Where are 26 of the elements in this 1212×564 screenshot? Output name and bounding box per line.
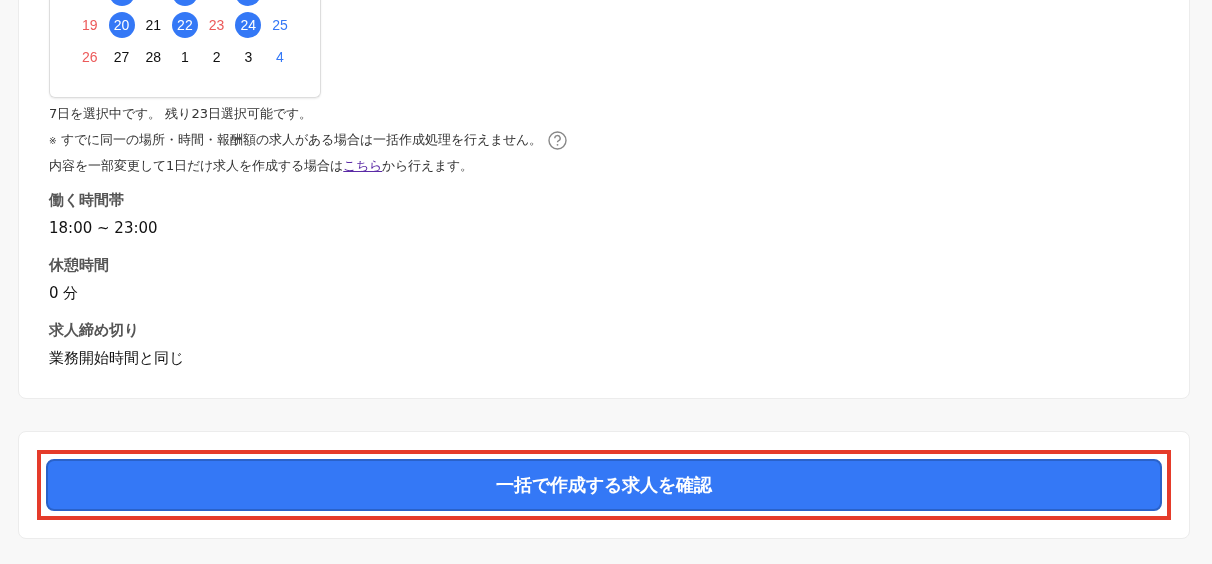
calendar-day[interactable]: 24 xyxy=(235,12,262,38)
calendar-day[interactable]: 28 xyxy=(137,44,170,70)
calendar-day[interactable]: 20 xyxy=(108,12,135,38)
field-value: 18:00 ~ 23:00 xyxy=(49,218,159,240)
field-value: 業務開始時間と同じ xyxy=(49,348,185,370)
calendar-day[interactable]: 27 xyxy=(105,44,138,70)
notice-text: ※ すでに同一の場所・時間・報酬額の求人がある場合は一括作成処理を行えません。 xyxy=(49,131,542,149)
single-create-note: 内容を一部変更して1日だけ求人を作成する場合はこちらから行えます。 xyxy=(49,157,475,175)
calendar-day[interactable]: 2 xyxy=(200,44,233,70)
calendar-day[interactable]: 26 xyxy=(74,44,106,70)
calendar-day[interactable]: 23 xyxy=(200,12,233,38)
field-label: 求人締め切り xyxy=(49,319,140,341)
help-icon[interactable] xyxy=(547,130,567,150)
selection-status: 7日を選択中です。 残り23日選択可能です。 xyxy=(49,106,313,123)
field-label: 休憩時間 xyxy=(49,254,110,276)
calendar-day[interactable]: 1 xyxy=(169,44,201,70)
calendar-day[interactable]: 4 xyxy=(264,44,296,70)
calendar-day[interactable]: 25 xyxy=(264,12,296,38)
calendar-day[interactable]: 22 xyxy=(171,12,198,38)
confirm-button[interactable]: 一括で作成する求人を確認 xyxy=(46,458,1162,511)
calendar-day[interactable]: 19 xyxy=(74,12,106,38)
here-link[interactable]: こちら xyxy=(343,157,383,173)
calendar-day[interactable]: 3 xyxy=(232,44,265,70)
field-value: 0 分 xyxy=(49,283,80,305)
field-label: 働く時間帯 xyxy=(49,189,125,211)
calendar-day[interactable]: 21 xyxy=(137,12,170,38)
